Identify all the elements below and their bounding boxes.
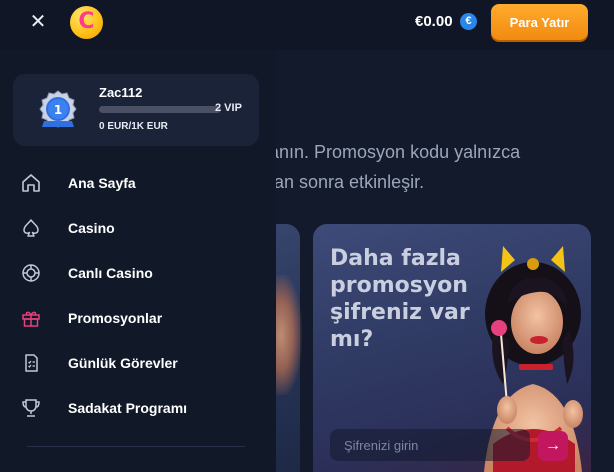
sidebar-item-live-casino[interactable]: Canlı Casino (20, 258, 250, 288)
sidebar-item-promotions[interactable]: Promosyonlar (20, 303, 250, 333)
promo-card-left-figure (276, 275, 302, 395)
vip-progress-bar (99, 106, 221, 113)
user-vip-card[interactable]: 1 Zac112 2 VIP 0 EUR/1K EUR (13, 74, 259, 146)
euro-currency-icon[interactable]: € (460, 13, 477, 30)
next-vip-level: 2 VIP (215, 102, 242, 114)
trophy-icon (20, 397, 42, 419)
sidebar-divider (27, 446, 245, 447)
promo-description: anın. Promosyon kodu yalnızca tan sonra … (269, 137, 569, 197)
promo-code-submit-button[interactable]: → (538, 431, 568, 461)
chip-icon (20, 262, 42, 284)
promo-code-input[interactable] (330, 429, 530, 461)
vip-progress-text: 0 EUR/1K EUR (99, 121, 168, 132)
sidebar-item-home[interactable]: Ana Sayfa (20, 168, 250, 198)
sidebar-item-label: Canlı Casino (68, 265, 153, 281)
sidebar-item-daily-tasks[interactable]: Günlük Görevler (20, 348, 250, 378)
deposit-button[interactable]: Para Yatır (491, 4, 588, 40)
top-bar: ✕ C €0.00 € Para Yatır (0, 0, 614, 50)
task-list-icon (20, 352, 42, 374)
vip-medal-icon: 1 (39, 90, 77, 128)
username: Zac112 (99, 85, 143, 100)
sidebar-item-loyalty[interactable]: Sadakat Programı (20, 393, 250, 423)
casino-logo[interactable]: C (70, 6, 103, 39)
logo-letter: C (78, 9, 95, 34)
sidebar-item-label: Günlük Görevler (68, 355, 178, 371)
sidebar-drawer: 1 Zac112 2 VIP 0 EUR/1K EUR Ana Sayfa Ca… (0, 50, 276, 472)
promo-description-line2: tan sonra etkinleşir. (269, 172, 425, 192)
close-icon[interactable]: ✕ (28, 11, 48, 33)
sidebar-item-label: Sadakat Programı (68, 400, 188, 416)
sidebar-item-label: Ana Sayfa (68, 175, 136, 191)
sidebar-item-label: Promosyonlar (68, 310, 163, 326)
spade-icon (20, 217, 42, 239)
balance-amount: €0.00 (415, 13, 453, 30)
home-icon (20, 172, 42, 194)
gift-icon (20, 307, 42, 329)
vip-badge-level: 1 (54, 103, 62, 117)
sidebar-item-casino[interactable]: Casino (20, 213, 250, 243)
promo-description-line1: anın. Promosyon kodu yalnızca (269, 142, 521, 162)
sidebar-item-label: Casino (68, 220, 115, 236)
promo-code-card: Daha fazla promosyon şifreniz var mı? Şi… (313, 224, 591, 472)
arrow-right-icon: → (545, 437, 561, 454)
